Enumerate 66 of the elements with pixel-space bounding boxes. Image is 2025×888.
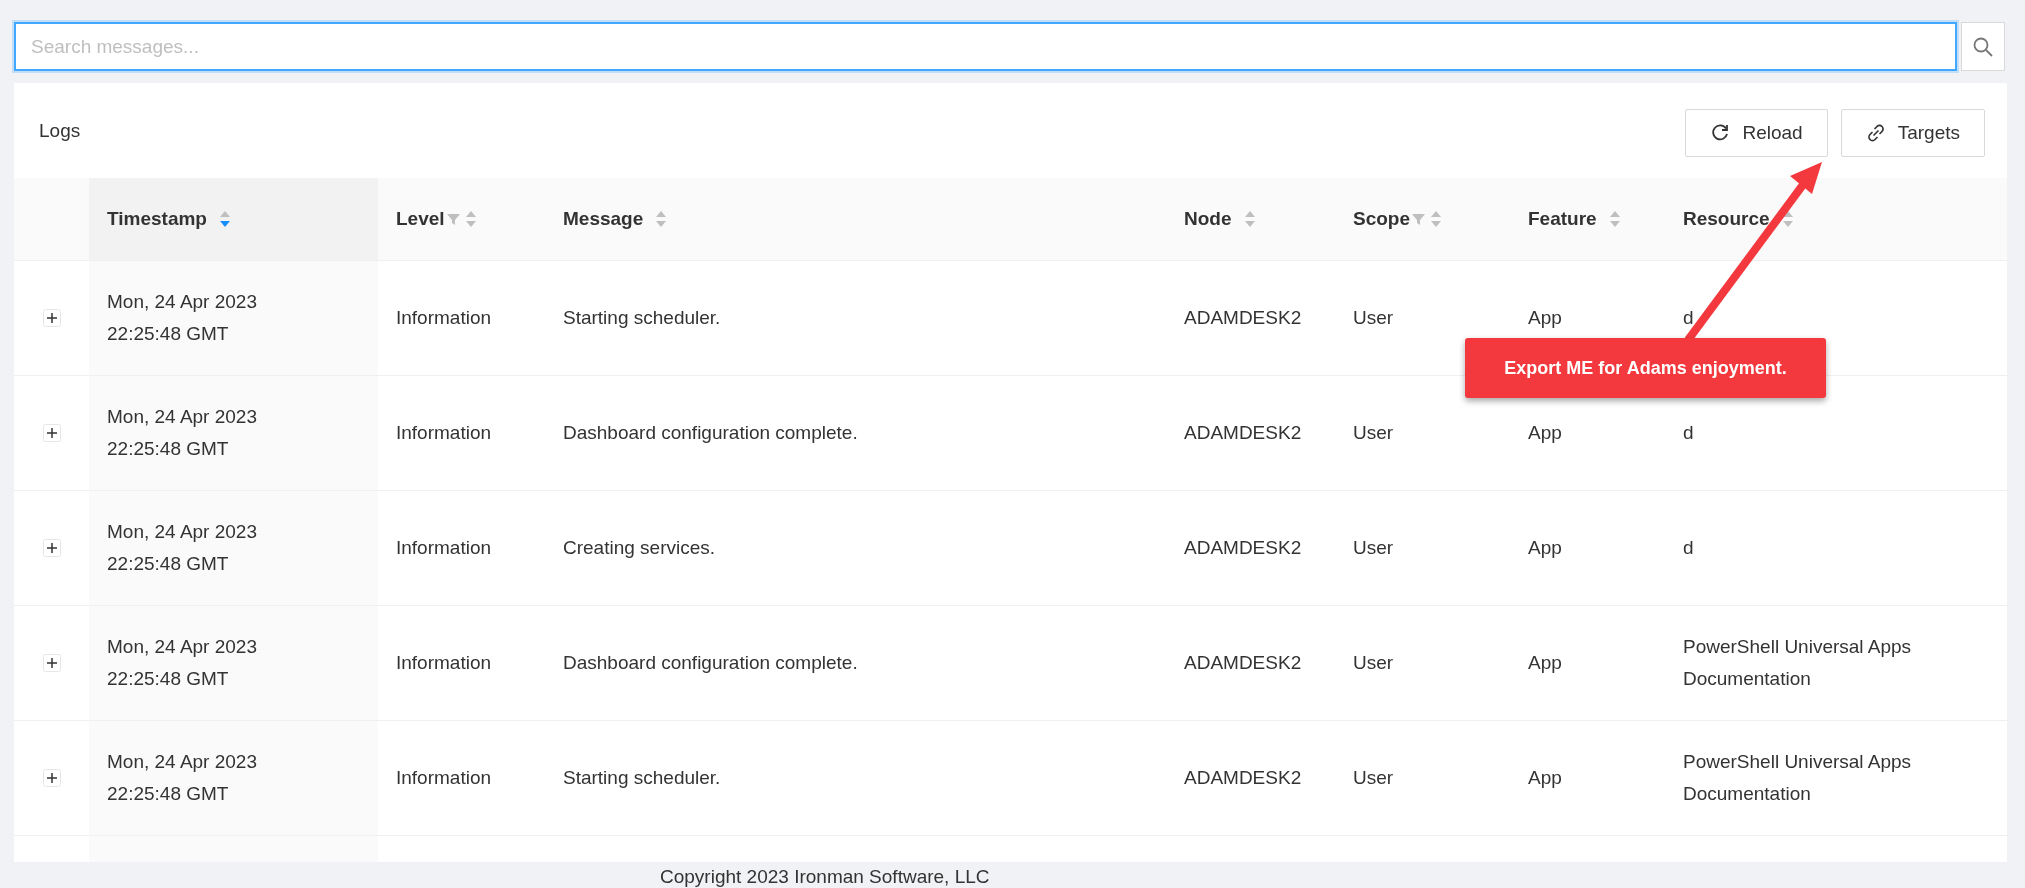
table-cell-text: App: [1528, 421, 1562, 445]
expand-icon[interactable]: [42, 769, 61, 787]
table-cell-text: ADAMDESK2: [1184, 651, 1302, 675]
expand-icon[interactable]: [42, 309, 61, 327]
filter-icon: [446, 212, 461, 226]
expand-icon[interactable]: [42, 539, 61, 557]
table-cell-text: ADAMDESK2: [1184, 536, 1302, 560]
sort-icon: [1430, 209, 1443, 229]
sort-icon: [464, 209, 477, 229]
annotation-callout: Export ME for Adams enjoyment.: [1465, 338, 1826, 398]
link-icon: [1865, 122, 1886, 143]
table-cell-text: Dashboard configuration complete.: [563, 421, 858, 445]
card-title: Logs: [39, 119, 81, 142]
targets-button[interactable]: Targets: [1840, 108, 1985, 157]
table-cell-text: Starting scheduler.: [563, 766, 721, 790]
table-cell-text: PowerShell Universal Apps Documentation: [1683, 635, 1913, 691]
table-cell-text: PowerShell Universal Apps Documentation: [1683, 750, 1913, 806]
table-cell-text: ADAMDESK2: [1184, 306, 1302, 330]
column-header[interactable]: Timestamp: [89, 178, 378, 260]
search-icon: [1972, 35, 1994, 58]
table-cell-text: d: [1683, 306, 1694, 330]
search-field[interactable]: Search messages...: [14, 22, 1957, 71]
column-header[interactable]: Level: [378, 178, 545, 260]
sort-icon: [218, 209, 231, 229]
table-cell-text: Mon, 24 Apr 2023 22:25:48 GMT: [107, 635, 258, 691]
table-cell-text: User: [1353, 766, 1394, 790]
expand-icon[interactable]: [42, 654, 61, 672]
table-cell-text: User: [1353, 306, 1394, 330]
sort-icon: [1781, 209, 1794, 229]
table-cell-text: User: [1353, 536, 1394, 560]
table-cell-text: App: [1528, 536, 1562, 560]
column-header[interactable]: Node: [1166, 178, 1335, 260]
reload-icon: [1710, 122, 1731, 143]
search-button[interactable]: [1961, 22, 2005, 71]
expand-icon[interactable]: [42, 424, 61, 442]
table-cell-text: App: [1528, 651, 1562, 675]
reload-button[interactable]: Reload: [1685, 108, 1828, 157]
filter-icon: [1412, 212, 1427, 226]
table-cell-text: Information: [396, 421, 492, 445]
sort-icon: [655, 209, 668, 229]
column-header[interactable]: Message: [545, 178, 1166, 260]
table-cell-text: Mon, 24 Apr 2023 22:25:48 GMT: [107, 405, 258, 461]
table-cell-text: d: [1683, 536, 1694, 560]
copyright-text: Copyright 2023 Ironman Software, LLC: [660, 866, 990, 887]
table-cell-text: User: [1353, 651, 1394, 675]
table-cell-text: Information: [396, 766, 492, 790]
table-cell-text: d: [1683, 421, 1694, 445]
table-cell-text: Information: [396, 651, 492, 675]
table-cell-text: ADAMDESK2: [1184, 766, 1302, 790]
table-cell-text: ADAMDESK2: [1184, 421, 1302, 445]
table-cell-text: Dashboard configuration complete.: [563, 651, 858, 675]
table-cell-text: Mon, 24 Apr 2023 22:25:48 GMT: [107, 750, 258, 806]
table-cell-text: Mon, 24 Apr 2023 22:25:48 GMT: [107, 520, 258, 576]
table-cell-text: Information: [396, 536, 492, 560]
table-cell-text: App: [1528, 766, 1562, 790]
column-header[interactable]: Resource: [1665, 178, 2007, 260]
table-cell-text: Information: [396, 306, 492, 330]
column-header[interactable]: Feature: [1510, 178, 1665, 260]
sort-icon: [1243, 209, 1256, 229]
table-cell-text: Starting scheduler.: [563, 306, 721, 330]
table-cell-text: Creating services.: [563, 536, 716, 560]
sort-icon: [1608, 209, 1621, 229]
table-cell-text: Mon, 24 Apr 2023 22:25:48 GMT: [107, 290, 258, 346]
column-header[interactable]: Scope: [1335, 178, 1510, 260]
table-cell-text: App: [1528, 306, 1562, 330]
table-cell-text: User: [1353, 421, 1394, 445]
